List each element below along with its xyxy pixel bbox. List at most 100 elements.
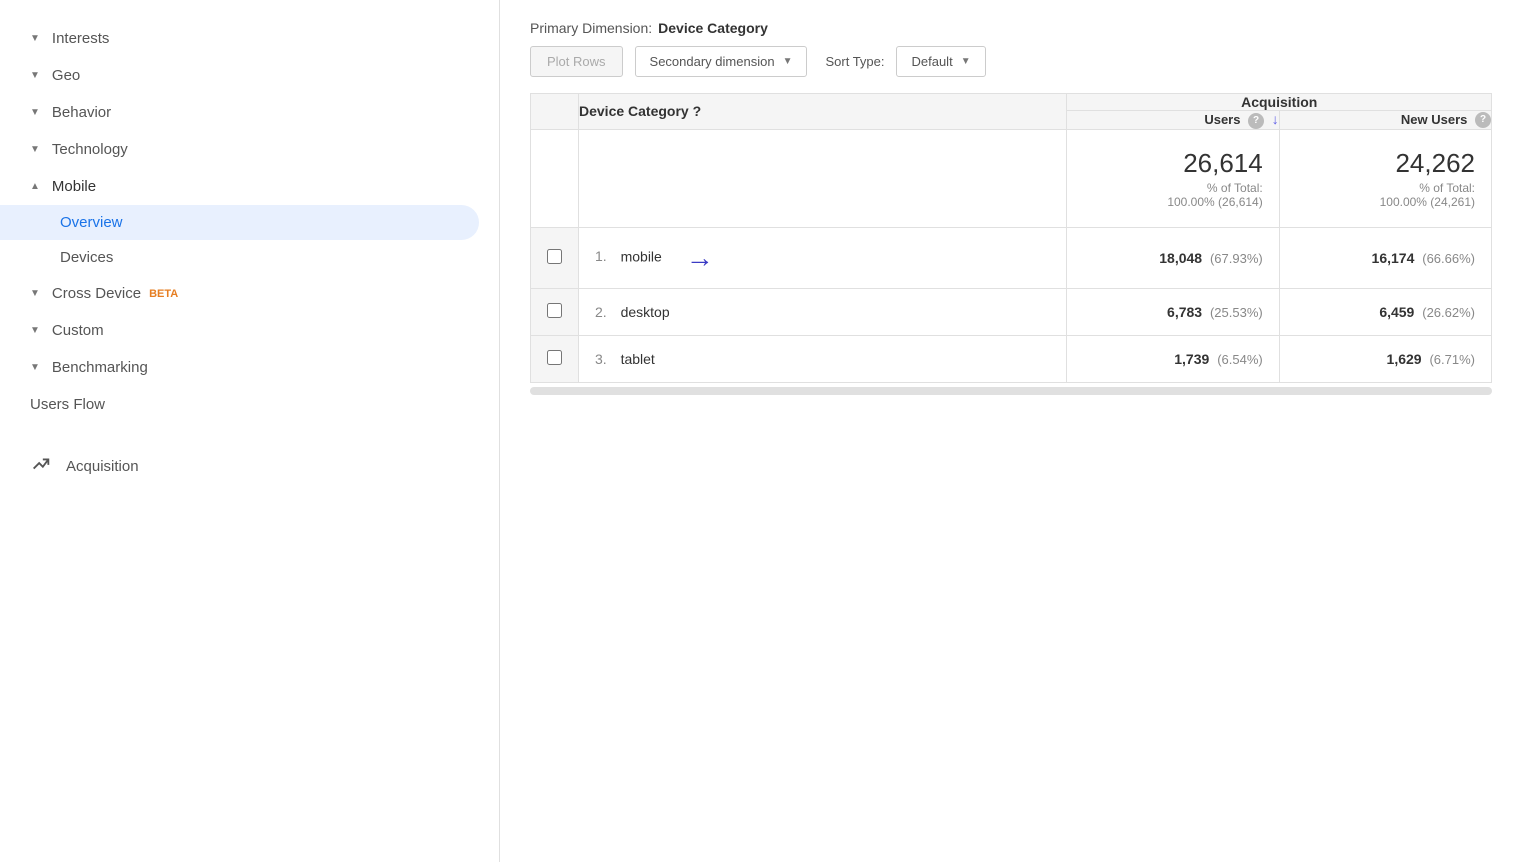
sidebar-item-mobile[interactable]: ▲ Mobile	[0, 168, 499, 205]
beta-badge: BETA	[149, 288, 178, 300]
sidebar-item-technology[interactable]: ▼ Technology	[0, 131, 499, 168]
chevron-down-icon: ▼	[30, 144, 40, 155]
chevron-down-icon: ▼	[30, 70, 40, 81]
row-checkbox[interactable]	[531, 335, 579, 382]
total-new-users-value: 24,262	[1296, 148, 1475, 179]
table-row: 1. mobile → 18,048 (67.93%) 16,174 (66.6…	[531, 227, 1492, 288]
sidebar: ▼ Interests ▼ Geo ▼ Behavior ▼ Technolog…	[0, 0, 500, 862]
sort-type-dropdown[interactable]: Default ▼	[896, 46, 985, 77]
sidebar-subitem-label: Devices	[60, 249, 113, 266]
sidebar-item-behavior[interactable]: ▼ Behavior	[0, 94, 499, 131]
sidebar-subitem-overview[interactable]: Overview	[0, 205, 479, 240]
header-users-col: Users ? ↓	[1067, 111, 1279, 130]
sidebar-item-label: Custom	[52, 322, 104, 339]
row-device-label[interactable]: mobile	[621, 248, 662, 264]
new-users-help-icon[interactable]: ?	[1475, 112, 1491, 128]
row-users-main: 6,783	[1167, 304, 1202, 320]
row-users-cell: 18,048 (67.93%)	[1067, 227, 1279, 288]
row-device-name-cell: 1. mobile →	[579, 227, 1067, 288]
sidebar-item-benchmarking[interactable]: ▼ Benchmarking	[0, 349, 499, 386]
chevron-down-icon: ▼	[30, 325, 40, 336]
row-new-users-cell: 1,629 (6.71%)	[1279, 335, 1491, 382]
sidebar-item-custom[interactable]: ▼ Custom	[0, 312, 499, 349]
device-category-help-icon[interactable]: ?	[693, 103, 702, 119]
sidebar-item-cross-device[interactable]: ▼ Cross Device BETA	[0, 275, 499, 312]
row-users-pct: (67.93%)	[1210, 251, 1263, 266]
row-new-users-main: 1,629	[1387, 351, 1422, 367]
row-device-name-cell: 2. desktop	[579, 288, 1067, 335]
sidebar-item-label: Behavior	[52, 104, 111, 121]
row-users-main: 1,739	[1174, 351, 1209, 367]
chevron-down-icon: ▼	[30, 362, 40, 373]
toolbar: Plot Rows Secondary dimension ▼ Sort Typ…	[530, 46, 1492, 77]
chevron-down-icon: ▼	[30, 107, 40, 118]
acquisition-icon	[30, 453, 52, 479]
sidebar-subitem-devices[interactable]: Devices	[0, 240, 499, 275]
row-number: 3.	[595, 351, 607, 367]
sort-type-label: Sort Type:	[825, 54, 884, 69]
header-checkbox-col	[531, 94, 579, 130]
row-checkbox-input[interactable]	[547, 350, 562, 365]
row-new-users-cell: 16,174 (66.66%)	[1279, 227, 1491, 288]
total-new-users-col: 24,262 % of Total: 100.00% (24,261)	[1279, 129, 1491, 227]
sidebar-item-label: Benchmarking	[52, 359, 148, 376]
chevron-up-icon: ▲	[30, 181, 40, 192]
total-users-pct: % of Total: 100.00% (26,614)	[1083, 181, 1262, 209]
secondary-dimension-label: Secondary dimension	[650, 54, 775, 69]
sidebar-item-interests[interactable]: ▼ Interests	[0, 20, 499, 57]
chevron-down-icon: ▼	[961, 56, 971, 67]
row-new-users-pct: (66.66%)	[1422, 251, 1475, 266]
users-help-icon[interactable]: ?	[1248, 113, 1264, 129]
chevron-down-icon: ▼	[30, 288, 40, 299]
row-users-cell: 6,783 (25.53%)	[1067, 288, 1279, 335]
sidebar-item-label: Interests	[52, 30, 110, 47]
sidebar-footer: Acquisition	[0, 433, 499, 499]
row-checkbox[interactable]	[531, 227, 579, 288]
header-new-users-col: New Users ?	[1279, 111, 1491, 130]
secondary-dimension-dropdown[interactable]: Secondary dimension ▼	[635, 46, 808, 77]
blue-arrow-icon: →	[686, 242, 714, 274]
sidebar-item-label: Technology	[52, 141, 128, 158]
sidebar-item-label: Cross Device	[52, 285, 141, 302]
row-new-users-main: 6,459	[1379, 304, 1414, 320]
row-new-users-main: 16,174	[1372, 250, 1415, 266]
sidebar-subitem-label: Overview	[60, 214, 123, 231]
sidebar-item-geo[interactable]: ▼ Geo	[0, 57, 499, 94]
row-new-users-pct: (6.71%)	[1429, 352, 1475, 367]
row-number: 1.	[595, 248, 607, 264]
row-device-name-cell: 3. tablet	[579, 335, 1067, 382]
row-device-label[interactable]: tablet	[621, 351, 655, 367]
row-checkbox-input[interactable]	[547, 249, 562, 264]
primary-dimension-label: Primary Dimension:	[530, 20, 652, 36]
row-number: 2.	[595, 304, 607, 320]
total-new-users-pct: % of Total: 100.00% (24,261)	[1296, 181, 1475, 209]
sidebar-footer-label: Acquisition	[66, 458, 139, 475]
row-users-pct: (25.53%)	[1210, 305, 1263, 320]
header-acquisition-group: Acquisition	[1067, 94, 1492, 111]
totals-row: 26,614 % of Total: 100.00% (26,614) 24,2…	[531, 129, 1492, 227]
row-checkbox[interactable]	[531, 288, 579, 335]
sidebar-item-label: Users Flow	[30, 396, 105, 413]
chevron-down-icon: ▼	[30, 33, 40, 44]
row-new-users-pct: (26.62%)	[1422, 305, 1475, 320]
row-checkbox-input[interactable]	[547, 303, 562, 318]
table-row: 2. desktop 6,783 (25.53%) 6,459 (26.62%)	[531, 288, 1492, 335]
sort-arrow-icon: ↓	[1272, 111, 1279, 127]
table-row: 3. tablet 1,739 (6.54%) 1,629 (6.71%)	[531, 335, 1492, 382]
main-content: Primary Dimension: Device Category Plot …	[500, 0, 1522, 862]
primary-dimension-bar: Primary Dimension: Device Category	[530, 20, 1492, 36]
row-users-cell: 1,739 (6.54%)	[1067, 335, 1279, 382]
row-users-pct: (6.54%)	[1217, 352, 1263, 367]
plot-rows-button[interactable]: Plot Rows	[530, 46, 623, 77]
primary-dimension-value: Device Category	[658, 20, 768, 36]
sidebar-item-label: Mobile	[52, 178, 96, 195]
total-device-col	[579, 129, 1067, 227]
total-checkbox-col	[531, 129, 579, 227]
header-device-category: Device Category ?	[579, 94, 1067, 130]
total-users-col: 26,614 % of Total: 100.00% (26,614)	[1067, 129, 1279, 227]
horizontal-scrollbar[interactable]	[530, 387, 1492, 395]
row-device-label[interactable]: desktop	[621, 304, 670, 320]
row-new-users-cell: 6,459 (26.62%)	[1279, 288, 1491, 335]
total-users-value: 26,614	[1083, 148, 1262, 179]
sidebar-item-users-flow[interactable]: Users Flow	[0, 386, 499, 423]
